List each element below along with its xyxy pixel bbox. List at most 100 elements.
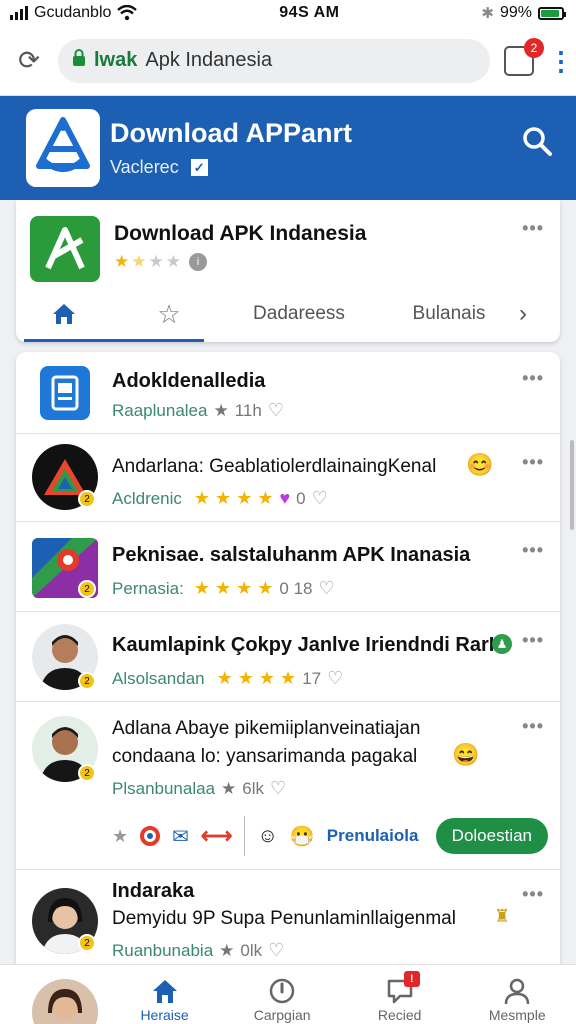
clock: 94S AM <box>279 4 340 21</box>
battery-percent: 99% <box>499 4 532 21</box>
wifi-icon <box>117 5 138 21</box>
list-item[interactable]: 2 Peknisae. salstaluhanm APK Inanasia Pe… <box>16 522 560 612</box>
more-menu-icon[interactable]: ⋮ <box>548 48 574 74</box>
badge-icon: 2 <box>78 580 96 598</box>
nav-label: Mesmple <box>488 1007 546 1023</box>
app-more-icon[interactable]: ••• <box>522 218 544 239</box>
item-category: Pernasia: <box>112 578 184 598</box>
face-icon[interactable]: ☺ <box>257 825 277 848</box>
item-more-icon[interactable]: ••• <box>522 540 544 561</box>
item-title: Andarlana: GeablatiolerdlainaingKenal <box>112 456 437 477</box>
emoji-icon[interactable]: 😷 <box>290 824 315 849</box>
action-link[interactable]: Prenulaiola <box>327 826 419 846</box>
tab-dadareess[interactable]: Dadareess <box>224 286 374 342</box>
item-stat: 0 <box>296 488 306 508</box>
emoji-icon: 😊 <box>466 452 494 477</box>
heart-icon[interactable]: ♡ <box>318 578 334 599</box>
list-item[interactable]: 2 Kaumlapink Çokpy Janlve Iriendndi RarK… <box>16 612 560 702</box>
search-icon[interactable] <box>522 126 552 156</box>
divider <box>244 816 246 856</box>
nav-profile[interactable] <box>0 965 106 1024</box>
heart-filled-icon: ♥ <box>279 488 291 508</box>
mail-icon[interactable]: ✉ <box>172 824 189 849</box>
item-stat: 6lk <box>242 778 265 798</box>
heart-icon[interactable]: ♡ <box>270 778 286 799</box>
reload-icon[interactable]: ⟳ <box>14 45 44 76</box>
person-icon <box>504 978 530 1005</box>
nav-categories[interactable]: Carpgian <box>223 965 341 1024</box>
tab-switcher-button[interactable]: 2 <box>504 37 544 76</box>
item-more-icon[interactable]: ••• <box>522 884 544 905</box>
site-logo[interactable] <box>26 109 100 187</box>
bluetooth-icon: ✱ <box>481 5 494 22</box>
item-stat: 17 <box>302 668 322 688</box>
tab-favorites[interactable]: ☆ <box>154 286 184 342</box>
item-title: Peknisae. salstaluhanm APK Inanasia <box>112 544 471 566</box>
tab-bulanais[interactable]: Bulanais <box>394 286 504 342</box>
verified-checkbox[interactable]: ✓ <box>190 159 208 176</box>
home-icon <box>152 980 177 1003</box>
nav-received[interactable]: ! Recied <box>341 965 459 1024</box>
lock-icon <box>72 49 86 72</box>
list-item[interactable]: 2 Adlana Abaye pikemiiplanveinatiajan co… <box>16 702 560 870</box>
item-title-line1: Adlana Abaye pikemiiplanveinatiajan <box>112 718 421 739</box>
nav-profile-tab[interactable]: Mesmple <box>458 965 576 1024</box>
heart-icon[interactable]: ♡ <box>268 400 284 421</box>
heart-icon[interactable]: ♡ <box>312 488 328 509</box>
site-subtitle: Vaclerec <box>110 157 179 177</box>
chevron-right-icon[interactable]: › <box>508 286 538 342</box>
shuffle-icon[interactable]: ⟷ <box>201 823 233 849</box>
item-more-icon[interactable]: ••• <box>522 716 544 737</box>
list-item[interactable]: 2 Andarlana: GeablatiolerdlainaingKenal … <box>16 434 560 522</box>
user-avatar <box>32 979 98 1024</box>
list-item[interactable]: Adokldenalledia Raaplunalea ★ 11h ♡ ••• <box>16 352 560 434</box>
site-title: Download APPanrt <box>110 118 353 148</box>
heart-icon[interactable]: ♡ <box>327 668 343 689</box>
address-bar[interactable]: lwak Apk Indanesia <box>58 38 490 83</box>
app-icon[interactable] <box>30 216 100 282</box>
item-title-line2: condaana lo: yansarimanda pagakal <box>112 746 418 767</box>
item-more-icon[interactable]: ••• <box>522 452 544 473</box>
star-icon: ★ <box>221 778 237 798</box>
item-stat: 0lk <box>240 940 263 960</box>
item-category: Alsolsandan <box>112 668 205 688</box>
tab-count-badge: 2 <box>524 37 544 58</box>
heart-icon[interactable]: ♡ <box>268 940 284 961</box>
app-rating: ★ ★ ★ ★ i <box>114 252 366 272</box>
badge-icon: 2 <box>78 672 96 690</box>
item-category: Ruanbunabia <box>112 940 214 960</box>
browser-toolbar: ⟳ lwak Apk Indanesia 2 ⋮ <box>0 26 576 96</box>
download-button[interactable]: Doloestian <box>435 818 548 854</box>
item-subtitle: Demyidu 9P Supa Penunlaminllaigenmal <box>112 908 456 929</box>
compass-icon <box>269 978 295 1004</box>
app-card: ••• Download APK Indanesia ★ ★ ★ ★ i ☆ Dada… <box>16 200 560 342</box>
notification-badge: ! <box>403 971 420 987</box>
nav-home[interactable]: Heraise <box>106 965 224 1024</box>
item-more-icon[interactable]: ••• <box>522 368 544 389</box>
message-icon: ! <box>386 971 420 1005</box>
item-category: Acldrenic <box>112 488 182 508</box>
item-stat: 0 18 <box>279 578 313 598</box>
app-list: Adokldenalledia Raaplunalea ★ 11h ♡ ••• … <box>16 352 560 972</box>
item-actions: ★ ✉ ⟷ ☺ 😷 Prenulaiola Doloestian <box>112 816 548 856</box>
home-icon <box>53 304 75 324</box>
url-host: lwak <box>94 49 138 71</box>
info-icon[interactable]: i <box>189 253 207 271</box>
item-title: Indaraka <box>112 880 195 902</box>
app-tab-bar: ☆ Dadareess Bulanais › <box>16 286 560 342</box>
rating-stars: ★ ★ ★ ★ <box>193 488 274 508</box>
item-stat: 11h <box>234 400 262 420</box>
list-item[interactable]: 2 Indaraka Demyidu 9P Supa Penunlaminlla… <box>16 870 560 972</box>
item-category: Raaplunalea <box>112 400 208 420</box>
scrollbar[interactable] <box>570 440 574 530</box>
site-header: Download APPanrt Vaclerec ✓ <box>0 96 576 200</box>
star-icon: ★ <box>219 940 235 960</box>
battery-icon <box>537 6 566 20</box>
item-more-icon[interactable]: ••• <box>522 630 544 651</box>
item-title: Kaumlapink Çokpy Janlve Iriendndi RarK <box>112 634 504 656</box>
badge-icon: 2 <box>78 490 96 508</box>
target-icon[interactable] <box>140 826 161 846</box>
star-icon[interactable]: ★ <box>112 826 128 847</box>
star-icon: ★ <box>213 400 229 420</box>
app-icon <box>40 366 90 420</box>
